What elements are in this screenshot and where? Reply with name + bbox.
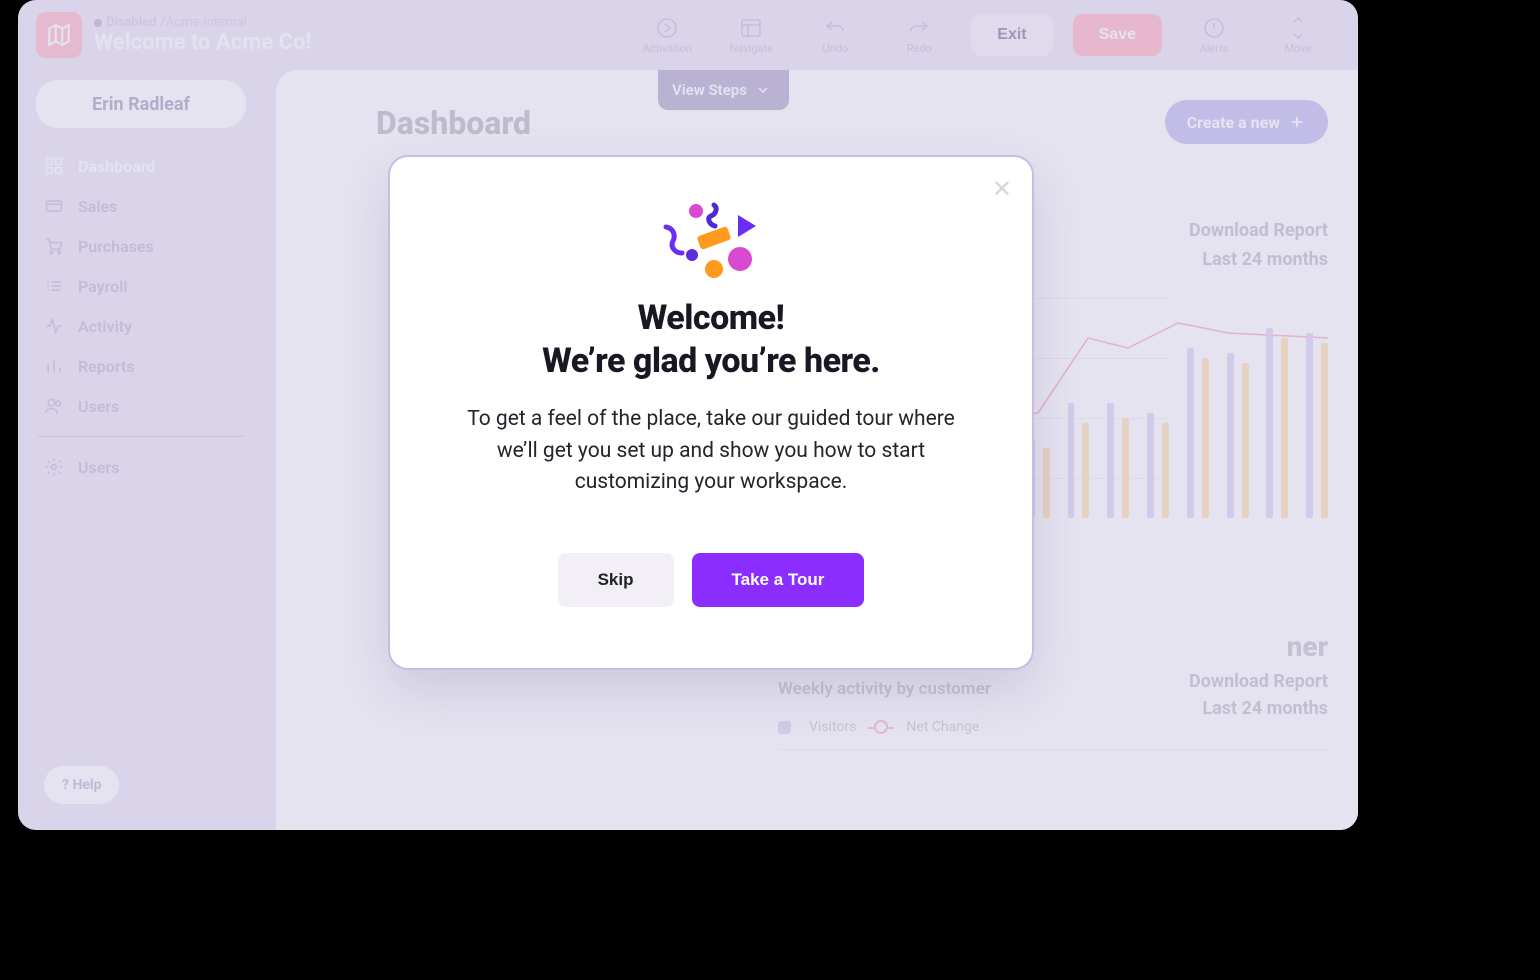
modal-title: Welcome! We’re glad you’re here. [418, 297, 1004, 382]
skip-button[interactable]: Skip [558, 553, 674, 607]
confetti-icon [418, 199, 1004, 285]
close-icon[interactable]: ✕ [992, 175, 1012, 203]
modal-actions: Skip Take a Tour [418, 553, 1004, 607]
welcome-modal: ✕ Welcome! We’re glad you’re here. To ge… [388, 155, 1034, 670]
modal-body: To get a feel of the place, take our gui… [461, 404, 961, 499]
app-window: Disabled /Acme-Internal Welcome to Acme … [18, 0, 1358, 830]
take-tour-button[interactable]: Take a Tour [692, 553, 865, 607]
